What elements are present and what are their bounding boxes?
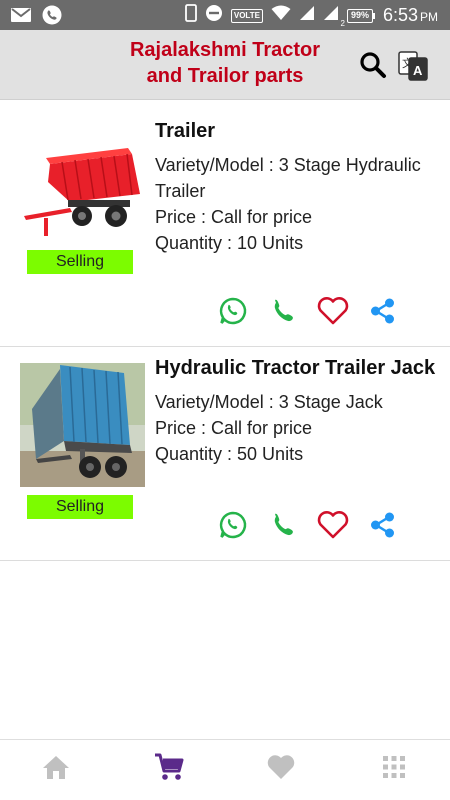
- blue-tipping-trailer-image[interactable]: [20, 363, 145, 487]
- product-actions: [216, 294, 400, 328]
- heart-icon[interactable]: [316, 508, 350, 542]
- time-ampm: PM: [420, 10, 438, 24]
- product-quantity: Quantity : 50 Units: [155, 444, 304, 464]
- product-list: Selling Trailer Variety/Model : 3 Stage …: [0, 101, 450, 561]
- bottom-nav: [0, 739, 450, 800]
- favorites-heart-icon[interactable]: [264, 750, 298, 784]
- battery-icon: 99%: [346, 8, 375, 23]
- share-icon[interactable]: [366, 294, 400, 328]
- product-card[interactable]: Selling Hydraulic Tractor Trailer Jack V…: [0, 347, 450, 561]
- phone-call-icon: [42, 5, 62, 30]
- svg-text:A: A: [413, 63, 423, 78]
- search-icon[interactable]: [358, 50, 388, 80]
- status-badge: Selling: [27, 495, 133, 519]
- translate-icon[interactable]: 文 A: [397, 50, 428, 81]
- app-header: Rajalakshmi Tractor and Trailor parts 文 …: [0, 30, 450, 100]
- time-value: 6:53: [382, 5, 418, 25]
- product-info: Trailer Variety/Model : 3 Stage Hydrauli…: [155, 118, 450, 256]
- svg-text:文: 文: [402, 56, 413, 70]
- share-icon[interactable]: [366, 508, 400, 542]
- phone-device-icon: [184, 4, 197, 27]
- gmail-icon: [10, 6, 32, 29]
- heart-icon[interactable]: [316, 294, 350, 328]
- whatsapp-icon[interactable]: [216, 508, 250, 542]
- battery-tip: [372, 12, 375, 19]
- app-title-line1: Rajalakshmi Tractor: [129, 39, 321, 61]
- product-variety: Variety/Model : 3 Stage Jack: [155, 392, 383, 412]
- product-card[interactable]: Selling Trailer Variety/Model : 3 Stage …: [0, 101, 450, 347]
- product-name[interactable]: Hydraulic Tractor Trailer Jack: [155, 355, 450, 381]
- status-time: 6:53 PM: [383, 5, 438, 26]
- status-right-icons: VOLTE 2 99% 6:53 PM: [184, 4, 438, 28]
- product-quantity: Quantity : 10 Units: [155, 233, 304, 253]
- home-icon[interactable]: [39, 750, 73, 784]
- grid-menu-icon[interactable]: [377, 750, 411, 784]
- product-info: Hydraulic Tractor Trailer Jack Variety/M…: [155, 355, 450, 467]
- phone-icon[interactable]: [266, 294, 300, 328]
- status-left-icons: [10, 5, 62, 30]
- phone-icon[interactable]: [266, 508, 300, 542]
- whatsapp-icon[interactable]: [216, 294, 250, 328]
- status-bar: VOLTE 2 99% 6:53 PM: [0, 0, 450, 30]
- app-title-line2: and Trailor parts: [146, 65, 304, 87]
- product-name[interactable]: Trailer: [155, 118, 450, 144]
- sim-index-label: 2: [340, 19, 345, 28]
- signal-2-icon: 2: [323, 5, 345, 28]
- battery-level: 99%: [346, 8, 373, 23]
- volte-label: VOLTE: [230, 8, 263, 23]
- product-variety: Variety/Model : 3 Stage Hydraulic Traile…: [155, 155, 421, 201]
- status-badge: Selling: [27, 250, 133, 274]
- wifi-icon: [271, 5, 291, 26]
- product-price: Price : Call for price: [155, 418, 313, 438]
- product-actions: [216, 508, 400, 542]
- do-not-disturb-icon: [205, 4, 223, 27]
- cart-icon[interactable]: [152, 750, 186, 784]
- red-tipping-trailer-image[interactable]: [20, 136, 145, 256]
- product-price: Price : Call for price: [155, 207, 313, 227]
- app-title: Rajalakshmi Tractor and Trailor parts: [70, 37, 380, 89]
- signal-icon: [299, 5, 315, 26]
